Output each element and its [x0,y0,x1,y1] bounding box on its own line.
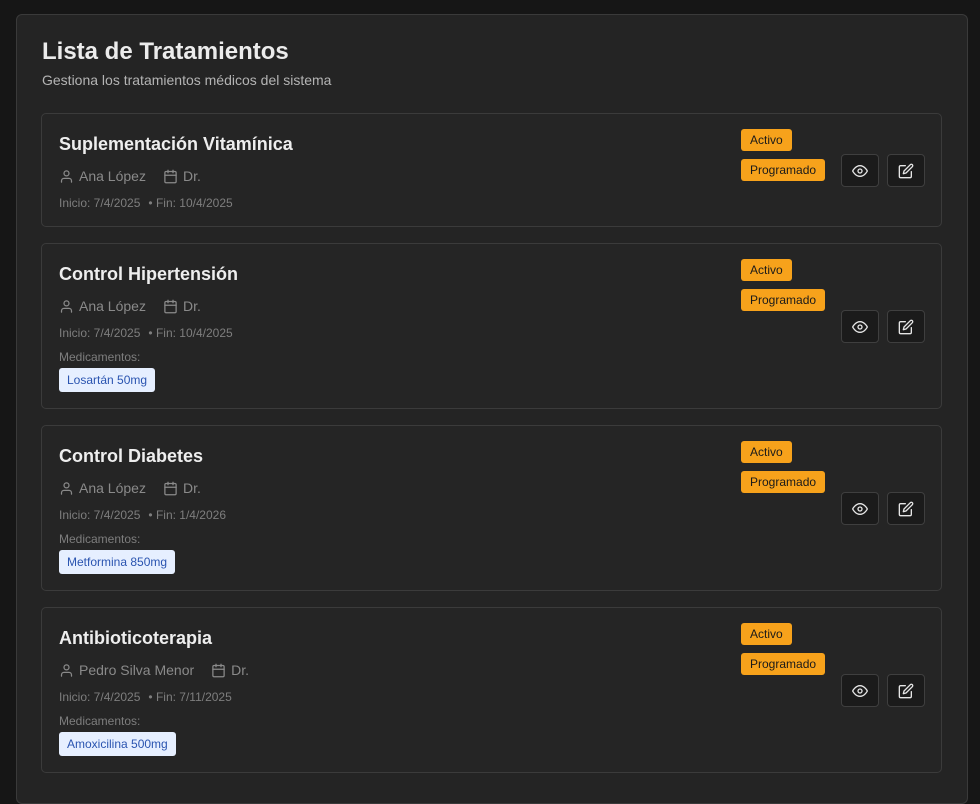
edit-button[interactable] [887,674,925,707]
status-badge: Activo [741,623,792,645]
edit-icon [898,163,914,178]
doctor-name: Dr. [182,298,201,314]
start-date: Inicio: 7/4/2025 [59,508,141,522]
schedule-badge: Programado [741,471,826,493]
patient-name: Ana López [79,168,146,184]
calendar-icon [164,299,177,313]
user-icon [60,169,73,183]
page-subtitle: Gestiona los tratamientos médicos del si… [42,72,332,88]
treatment-meta: Ana López Dr. [59,480,201,496]
medication-chip: Losartán 50mg [59,368,156,392]
patient-name: Ana López [79,480,146,496]
end-date: • Fin: 10/4/2025 [148,196,233,210]
edit-button[interactable] [887,492,925,525]
end-date: • Fin: 10/4/2025 [148,326,233,340]
medications-label: Medicamentos: [59,532,141,546]
end-date: • Fin: 1/4/2026 [148,508,226,522]
doctor-name: Dr. [231,662,250,678]
end-date: • Fin: 7/11/2025 [148,690,232,704]
medications-label: Medicamentos: [59,350,141,364]
eye-icon [852,320,868,333]
user-icon [60,663,73,677]
start-date: Inicio: 7/4/2025 [59,326,141,340]
doctor-name: Dr. [182,480,201,496]
edit-icon [898,683,914,698]
patient-name: Pedro Silva Menor [79,662,195,678]
edit-icon [898,319,914,334]
treatment-dates: Inicio: 7/4/2025 • Fin: 7/11/2025 [59,690,232,704]
treatment-dates: Inicio: 7/4/2025 • Fin: 10/4/2025 [59,196,233,210]
status-badge: Activo [741,129,792,151]
status-badge: Activo [741,259,792,281]
treatment-dates: Inicio: 7/4/2025 • Fin: 10/4/2025 [59,326,233,340]
medications-label: Medicamentos: [59,714,141,728]
calendar-icon [212,663,225,677]
start-date: Inicio: 7/4/2025 [59,196,141,210]
patient-name: Ana López [79,298,146,314]
treatment-card: Suplementación Vitamínica Ana López Dr. … [41,113,942,227]
schedule-badge: Programado [741,289,826,311]
status-badge: Activo [741,441,792,463]
schedule-badge: Programado [741,653,826,675]
treatment-card: Control Diabetes Ana López Dr. Inicio: 7… [41,425,942,591]
treatment-dates: Inicio: 7/4/2025 • Fin: 1/4/2026 [59,508,226,522]
view-button[interactable] [841,674,879,707]
medication-chip: Amoxicilina 500mg [59,732,176,756]
view-button[interactable] [841,154,879,187]
medication-chip: Metformina 850mg [59,550,176,574]
treatment-title: Control Diabetes [59,446,204,466]
start-date: Inicio: 7/4/2025 [59,690,141,704]
calendar-icon [164,169,177,183]
user-icon [60,481,73,495]
eye-icon [852,502,868,515]
edit-icon [898,501,914,516]
treatment-title: Suplementación Vitamínica [59,134,293,154]
treatment-meta: Ana López Dr. [59,168,201,184]
treatment-meta: Pedro Silva Menor Dr. [59,662,249,678]
treatment-card: Control Hipertensión Ana López Dr. Inici… [41,243,942,409]
treatment-meta: Ana López Dr. [59,298,201,314]
user-icon [60,299,73,313]
view-button[interactable] [841,492,879,525]
treatments-panel: Lista de Tratamientos Gestiona los trata… [16,14,968,804]
edit-button[interactable] [887,154,925,187]
schedule-badge: Programado [741,159,826,181]
edit-button[interactable] [887,310,925,343]
treatment-title: Antibioticoterapia [59,628,213,648]
treatment-title: Control Hipertensión [59,264,238,284]
eye-icon [852,164,868,177]
view-button[interactable] [841,310,879,343]
treatment-card: Antibioticoterapia Pedro Silva Menor Dr.… [41,607,942,773]
eye-icon [852,684,868,697]
calendar-icon [164,481,177,495]
doctor-name: Dr. [182,168,201,184]
page-title: Lista de Tratamientos [42,38,289,65]
